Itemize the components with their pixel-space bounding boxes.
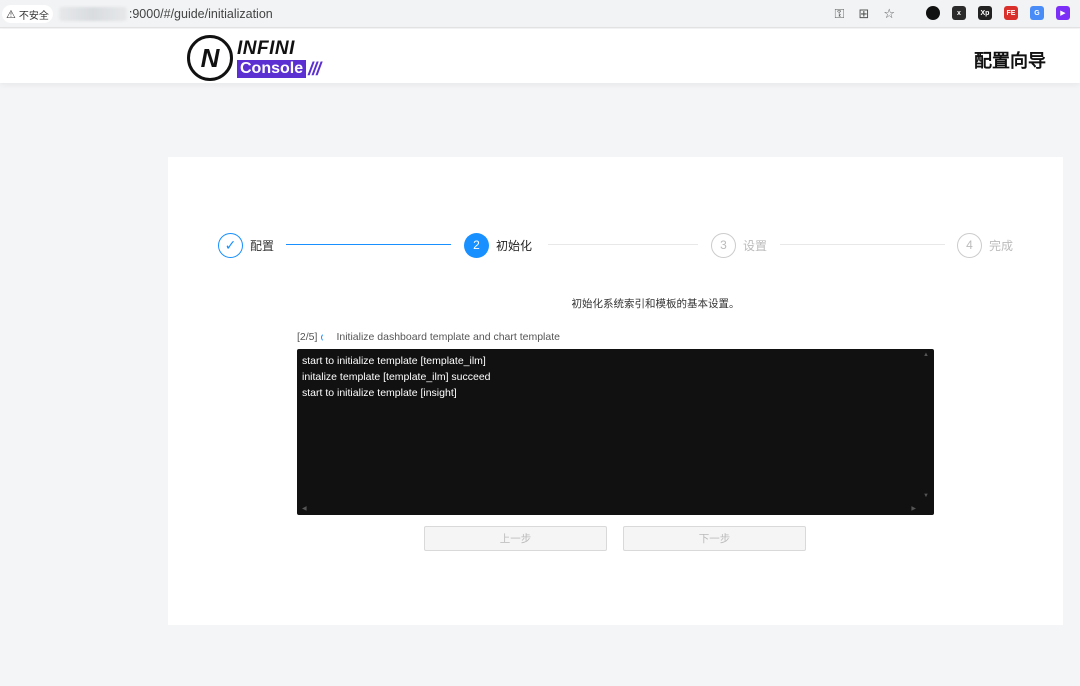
- translate-icon[interactable]: ⊞: [858, 6, 869, 22]
- check-icon: ✓: [218, 232, 243, 258]
- log-console[interactable]: start to initialize template [template_i…: [297, 349, 934, 515]
- guide-card: ✓ 配置 2 初始化 3 设置 4 完成 初始化系统索引和模板的基本设置。 [2…: [168, 157, 1063, 625]
- step-settings: 3 设置: [711, 232, 767, 258]
- extension-x-icon[interactable]: x: [952, 6, 966, 20]
- next-step-button[interactable]: 下一步: [623, 526, 806, 551]
- scroll-down-arrow-icon[interactable]: ▼: [923, 493, 929, 499]
- log-line: start to initialize template [insight]: [302, 387, 457, 399]
- step-number: 4: [957, 232, 982, 258]
- step-label: 配置: [250, 238, 275, 253]
- step-description: 初始化系统索引和模板的基本设置。: [571, 298, 740, 310]
- step-initialize: 2 初始化: [464, 232, 532, 258]
- security-label: 不安全: [18, 10, 49, 22]
- step-number: 3: [711, 232, 736, 258]
- step-label: 设置: [743, 238, 768, 253]
- step-label: 完成: [989, 238, 1014, 253]
- step-connector-2: [548, 244, 698, 245]
- logo-slashes: ///: [308, 58, 321, 79]
- log-line: initalize template [template_ilm] succee…: [302, 371, 491, 383]
- redacted-host: [58, 7, 127, 21]
- logo-console-text: Console: [237, 59, 307, 78]
- progress-counter: [2/5]: [297, 331, 318, 343]
- extension-xp-icon[interactable]: Xp: [978, 6, 992, 20]
- step-number: 2: [464, 232, 489, 258]
- scroll-up-arrow-icon[interactable]: ▲: [923, 352, 929, 358]
- progress-status: [2/5] Initialize dashboard template and …: [297, 331, 560, 343]
- step-connector-3: [780, 244, 945, 245]
- browser-toolbar: ⚠ 不安全 :9000/#/guide/initialization ⚿ ⊞ ☆…: [0, 0, 1080, 28]
- prev-step-button[interactable]: 上一步: [424, 526, 607, 551]
- warning-icon: ⚠: [6, 8, 16, 21]
- extension-fe-icon[interactable]: FE: [1004, 6, 1018, 20]
- logo-infini-text: INFINI: [237, 37, 295, 59]
- url-text[interactable]: :9000/#/guide/initialization: [129, 7, 273, 21]
- step-connector-1: [286, 244, 451, 245]
- password-key-icon[interactable]: ⚿: [835, 6, 845, 22]
- steps-indicator: ✓ 配置 2 初始化 3 设置 4 完成: [218, 232, 1013, 258]
- step-finish: 4 完成: [957, 232, 1013, 258]
- app-header: N INFINI Console /// 配置向导: [0, 29, 1080, 83]
- scroll-right-arrow-icon[interactable]: ▶: [911, 505, 916, 512]
- bookmark-star-icon[interactable]: ☆: [883, 6, 895, 22]
- security-indicator[interactable]: ⚠ 不安全: [2, 5, 53, 23]
- loading-spinner-icon: [321, 332, 330, 342]
- extension-play-icon[interactable]: ▶: [1056, 6, 1070, 20]
- infini-console-logo[interactable]: N INFINI Console ///: [187, 35, 321, 81]
- logo-mark-icon: N: [187, 35, 233, 81]
- extension-circle-icon[interactable]: [926, 6, 940, 20]
- step-label: 初始化: [496, 238, 533, 253]
- log-line: start to initialize template [template_i…: [302, 355, 486, 367]
- page-title: 配置向导: [974, 51, 1046, 71]
- progress-text: Initialize dashboard template and chart …: [336, 331, 560, 343]
- address-bar[interactable]: ⚠ 不安全 :9000/#/guide/initialization: [0, 2, 905, 26]
- scroll-left-arrow-icon[interactable]: ◀: [302, 505, 307, 512]
- step-config: ✓ 配置: [218, 232, 274, 258]
- extension-translate-icon[interactable]: G: [1030, 6, 1044, 20]
